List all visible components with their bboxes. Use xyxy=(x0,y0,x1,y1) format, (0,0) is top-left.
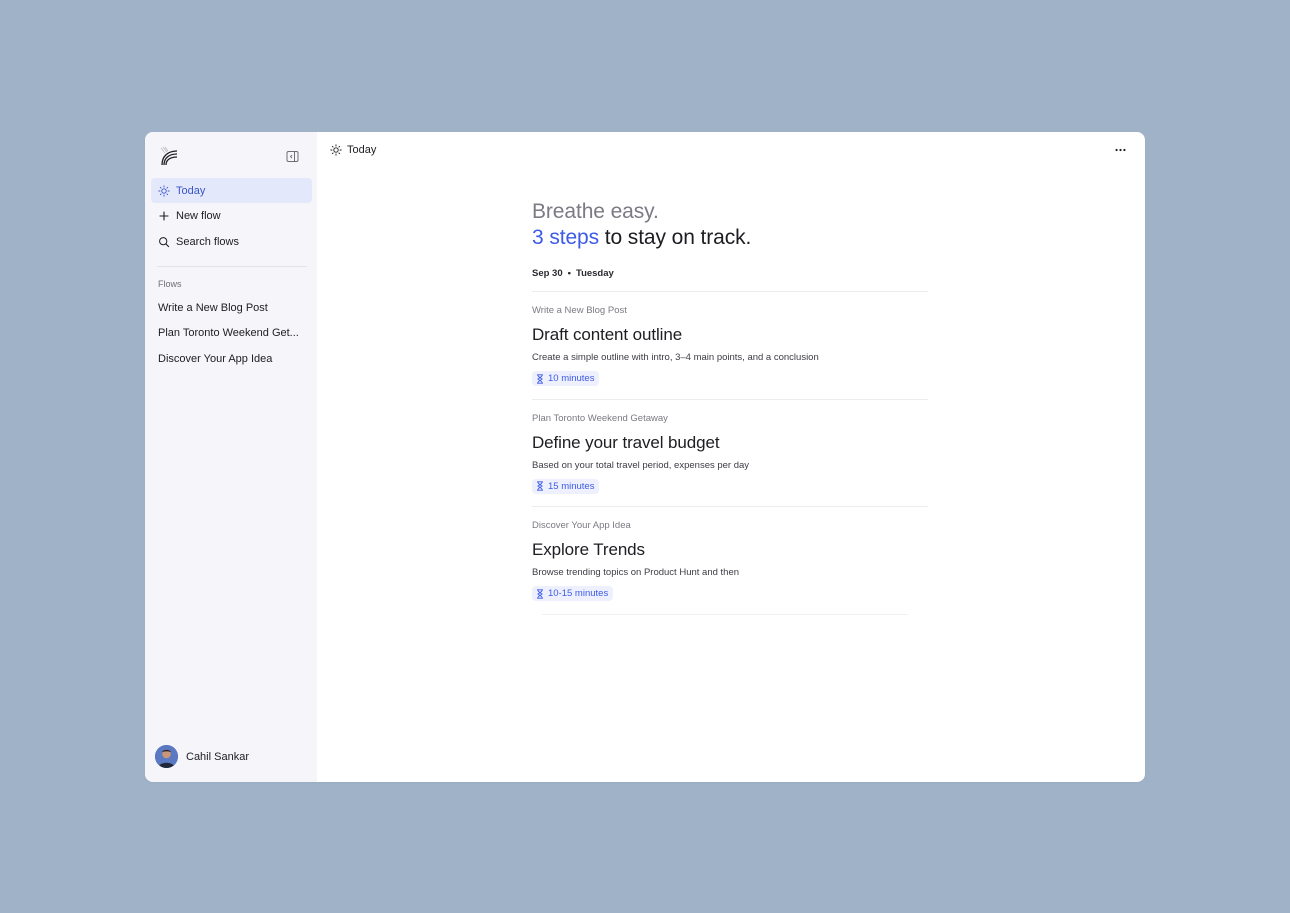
card-flow-name: Plan Toronto Weekend Getaway xyxy=(532,412,668,424)
date-separator: • xyxy=(567,267,571,279)
page-header: Today xyxy=(330,144,376,156)
flows-section-label: Flows xyxy=(158,279,182,289)
card-step-description: Browse trending topics on Product Hunt a… xyxy=(532,567,740,578)
sidebar-flow-item[interactable]: Write a New Blog Post xyxy=(151,295,312,321)
flows-list: Write a New Blog Post Plan Toronto Weeke… xyxy=(151,295,312,372)
search-icon xyxy=(158,236,170,248)
sidebar: Today New flow Search flows Flows Write … xyxy=(145,132,317,782)
card-step-description: Create a simple outline with intro, 3–4 … xyxy=(532,352,819,363)
hourglass-icon xyxy=(536,373,544,384)
sidebar-flow-item[interactable]: Discover Your App Idea xyxy=(151,346,312,372)
hourglass-icon xyxy=(536,481,544,491)
ellipsis-icon xyxy=(1114,148,1126,152)
step-card[interactable]: Plan Toronto Weekend Getaway Define your… xyxy=(532,400,928,507)
sidebar-item-label: Search flows xyxy=(176,235,239,248)
sidebar-nav: Today New flow Search flows xyxy=(151,178,312,255)
sidebar-item-label: Today xyxy=(176,184,206,197)
card-step-description: Based on your total travel period, expen… xyxy=(532,459,750,471)
sidebar-flow-item[interactable]: Plan Toronto Weekend Get... xyxy=(151,321,312,347)
headline-summary: 3 steps to stay on track. xyxy=(532,225,928,250)
card-step-title: Draft content outline xyxy=(532,325,683,344)
sidebar-item-today[interactable]: Today xyxy=(151,178,312,203)
duration-badge: 10 minutes xyxy=(532,371,600,386)
user-name: Cahil Sankar xyxy=(186,750,249,763)
step-cards: Write a New Blog Post Draft content outl… xyxy=(532,292,928,615)
sidebar-item-new-flow[interactable]: New flow xyxy=(151,204,312,229)
card-flow-name: Write a New Blog Post xyxy=(532,305,627,316)
sidebar-item-search-flows[interactable]: Search flows xyxy=(151,229,312,254)
card-flow-name: Discover Your App Idea xyxy=(532,520,631,531)
date-row: Sep 30 • Tuesday xyxy=(532,266,928,280)
duration-text: 10-15 minutes xyxy=(548,588,609,599)
sun-icon xyxy=(158,184,170,197)
sidebar-divider xyxy=(157,266,307,267)
step-card[interactable]: Discover Your App Idea Explore Trends Br… xyxy=(532,507,928,615)
today-content: Breathe easy. 3 steps to stay on track. … xyxy=(532,198,928,615)
card-step-title: Define your travel budget xyxy=(532,432,720,452)
more-options-button[interactable] xyxy=(1113,145,1127,155)
hourglass-icon xyxy=(536,588,544,599)
duration-badge: 10-15 minutes xyxy=(532,586,614,601)
duration-text: 10 minutes xyxy=(548,373,595,384)
app-logo-icon xyxy=(160,146,178,166)
headline-greeting: Breathe easy. xyxy=(532,200,659,223)
headline-step-count: 3 steps xyxy=(532,226,600,249)
headline-rest: to stay on track. xyxy=(599,226,752,249)
user-profile[interactable]: Cahil Sankar xyxy=(155,745,249,768)
sun-icon xyxy=(330,144,342,156)
sidebar-item-label: New flow xyxy=(176,210,221,222)
main-content: Today Breathe easy. 3 steps to stay on t… xyxy=(317,132,1145,782)
duration-badge: 15 minutes xyxy=(532,478,600,494)
date-label: Sep 30 xyxy=(532,267,563,279)
plus-icon xyxy=(158,210,170,222)
app-window: Today New flow Search flows Flows Write … xyxy=(145,132,1145,782)
weekday-label: Tuesday xyxy=(575,267,614,279)
card-step-title: Explore Trends xyxy=(532,540,645,559)
card-divider xyxy=(542,613,908,615)
collapse-sidebar-icon[interactable] xyxy=(286,150,299,163)
step-card[interactable]: Write a New Blog Post Draft content outl… xyxy=(532,292,928,400)
avatar xyxy=(155,745,178,768)
page-title: Today xyxy=(347,144,377,156)
duration-text: 15 minutes xyxy=(548,480,595,492)
